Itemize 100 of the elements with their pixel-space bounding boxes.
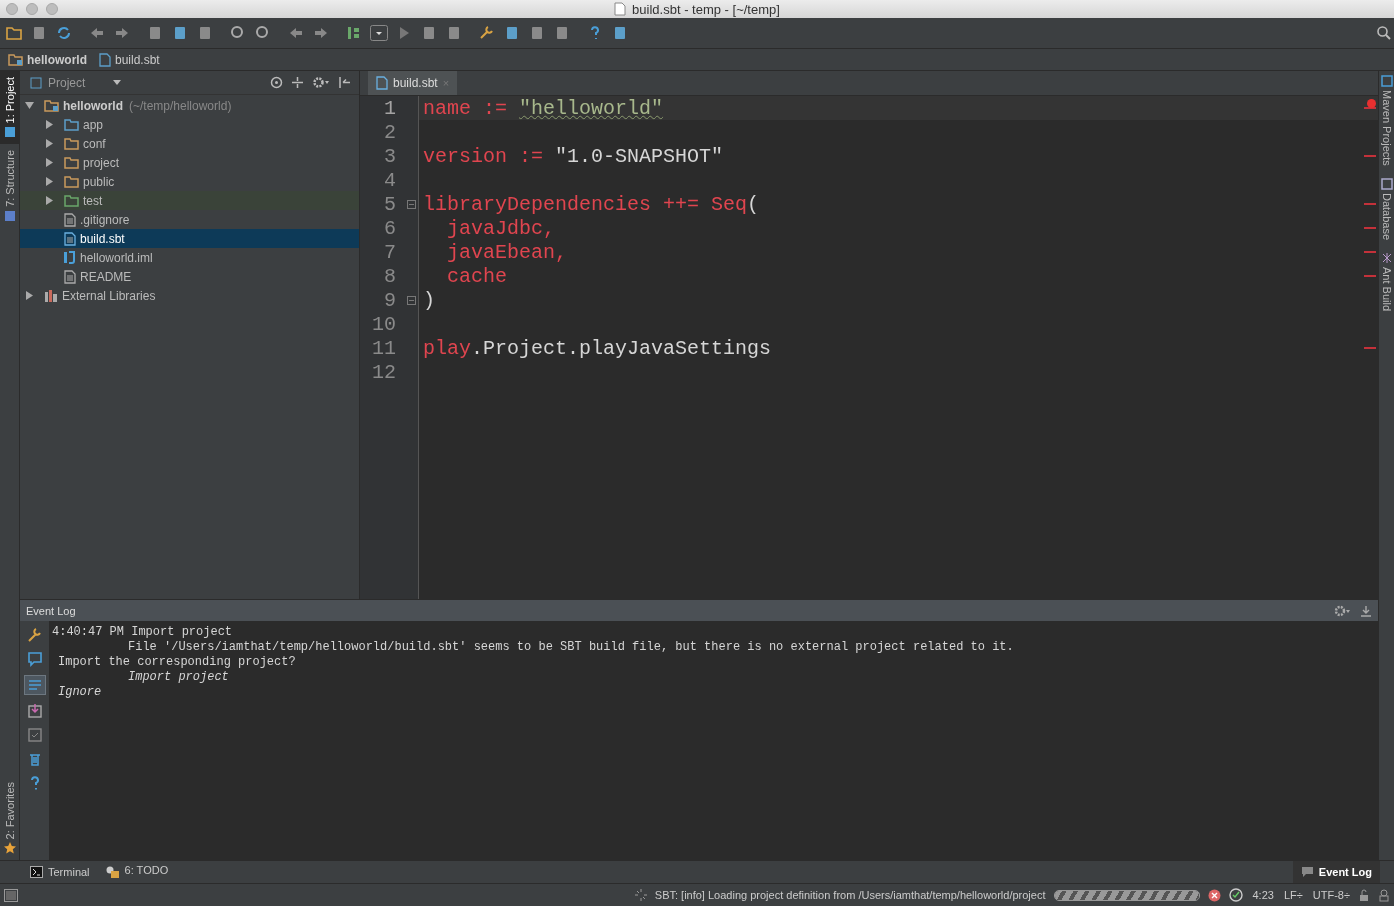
search-icon[interactable]	[1376, 25, 1392, 41]
window-control-icon[interactable]	[46, 3, 58, 15]
line-number: 8	[383, 264, 396, 288]
checkbox-icon[interactable]	[26, 727, 43, 743]
expand-arrow-icon[interactable]	[44, 139, 54, 148]
tree-item[interactable]: conf	[20, 134, 359, 153]
line-number: 11	[371, 336, 396, 360]
line-number: 10	[371, 312, 396, 336]
error-marker[interactable]	[1364, 275, 1376, 277]
tool-window-tab[interactable]: Ant Build	[1379, 251, 1394, 311]
folder-icon	[64, 137, 79, 150]
editor-tab[interactable]: build.sbt ×	[368, 71, 458, 95]
tool-window-tab[interactable]: Terminal	[22, 861, 98, 883]
document-icon	[614, 2, 627, 16]
minimize-icon[interactable]	[1360, 604, 1372, 617]
code-line: )	[423, 288, 435, 312]
folder-icon	[64, 175, 79, 188]
tree-item[interactable]: helloworld (~/temp/helloworld)	[20, 96, 359, 115]
code-line: play.Project.playJavaSettings	[423, 336, 772, 360]
expand-arrow-icon[interactable]	[44, 196, 54, 205]
tool-window-tab[interactable]: Maven Projects	[1379, 75, 1394, 166]
error-marker[interactable]	[1364, 155, 1376, 157]
encoding-selector[interactable]: UTF-8÷	[1312, 889, 1350, 901]
todo-icon	[105, 866, 120, 878]
tree-item[interactable]: helloworld.iml	[20, 248, 359, 267]
lock-icon[interactable]	[1358, 888, 1370, 902]
tree-item[interactable]: app	[20, 115, 359, 134]
log-message: File '/Users/iamthat/temp/helloworld/build.sbt' seems to be SBT build file, but there is no external project related to it.	[128, 640, 1014, 654]
folder-icon[interactable]	[5, 24, 23, 42]
expand-arrow-icon[interactable]	[24, 291, 34, 300]
line-separator-selector[interactable]: LF÷	[1283, 889, 1303, 901]
breadcrumb-item[interactable]: helloworld	[8, 52, 87, 67]
collapse-icon[interactable]	[291, 76, 304, 89]
run-config-dropdown[interactable]	[370, 24, 388, 42]
export-icon[interactable]	[26, 703, 43, 719]
module-icon	[64, 251, 76, 264]
sync-icon[interactable]	[55, 24, 73, 42]
speech-bubble-icon	[1300, 866, 1314, 878]
ant-icon	[1380, 251, 1393, 264]
error-marker[interactable]	[1364, 227, 1376, 229]
cancel-icon[interactable]	[1207, 888, 1221, 902]
window-title: build.sbt - temp - [~/temp]	[632, 1, 780, 17]
line-number: 6	[383, 216, 396, 240]
expand-arrow-icon[interactable]	[44, 120, 54, 129]
window-control-icon[interactable]	[26, 3, 38, 15]
folder-icon	[64, 194, 79, 207]
log-time: 4:40:47 PM	[52, 625, 124, 639]
folder-icon	[64, 156, 79, 169]
tool-window-tab[interactable]: 7: Structure	[0, 144, 19, 229]
file-icon	[64, 212, 76, 227]
tree-item[interactable]: build.sbt	[20, 229, 359, 248]
tree-item[interactable]: public	[20, 172, 359, 191]
code-line: javaJdbc,	[446, 216, 556, 240]
tool-window-tab[interactable]: 6: TODO	[97, 861, 177, 883]
line-number: 4	[383, 168, 396, 192]
error-marker[interactable]	[1364, 347, 1376, 349]
line-number: 3	[383, 144, 396, 168]
log-title: Import project	[131, 625, 233, 639]
tree-item[interactable]: .gitignore	[20, 210, 359, 229]
check-icon[interactable]	[1228, 888, 1243, 902]
window-control-icon[interactable]	[6, 3, 18, 15]
spinner-icon	[634, 889, 647, 901]
caret-icon	[113, 80, 122, 85]
file-icon	[376, 76, 388, 90]
expand-arrow-icon[interactable]	[44, 177, 54, 186]
tree-item[interactable]: project	[20, 153, 359, 172]
fold-icon[interactable]	[407, 295, 416, 305]
file-icon	[64, 231, 76, 246]
soft-wrap-icon[interactable]	[23, 675, 46, 695]
tool-window-tab[interactable]: 1: Project	[0, 71, 19, 145]
tree-item[interactable]: External Libraries	[20, 286, 359, 305]
error-marker[interactable]	[1364, 251, 1376, 253]
code-line: version := "1.0-SNAPSHOT"	[423, 144, 724, 168]
hide-icon[interactable]	[338, 76, 351, 89]
tool-window-tab[interactable]: Event Log	[1292, 861, 1380, 883]
view-selector[interactable]: Project	[30, 75, 122, 90]
expand-arrow-icon[interactable]	[44, 158, 54, 167]
line-number: 12	[371, 360, 396, 384]
caret-position[interactable]: 4:23	[1252, 889, 1274, 901]
tool-window-tab[interactable]: 2: Favorites	[0, 775, 19, 860]
panel-title: Event Log	[26, 604, 76, 617]
speech-bubble-icon[interactable]	[26, 651, 43, 667]
fold-icon[interactable]	[407, 199, 416, 209]
breadcrumb-item[interactable]: build.sbt	[99, 52, 160, 67]
tree-item[interactable]: README	[20, 267, 359, 286]
code-line: libraryDependencies ++= Seq(	[423, 192, 760, 216]
log-link[interactable]: Import project	[128, 670, 229, 684]
panel-toggle-icon[interactable]	[4, 888, 18, 902]
settings-icon[interactable]	[1334, 604, 1352, 617]
settings-icon[interactable]	[312, 76, 330, 89]
error-marker[interactable]	[1364, 203, 1376, 205]
target-icon[interactable]	[270, 76, 283, 89]
error-marker[interactable]	[1364, 107, 1376, 109]
error-status-icon[interactable]	[1367, 98, 1376, 108]
code-line: javaEbean,	[446, 240, 568, 264]
tree-item[interactable]: test	[20, 191, 359, 210]
tool-window-tab[interactable]: Database	[1379, 177, 1394, 240]
wrench-icon[interactable]	[26, 627, 43, 643]
expand-arrow-icon[interactable]	[24, 101, 34, 110]
log-link[interactable]: Ignore	[58, 685, 102, 699]
